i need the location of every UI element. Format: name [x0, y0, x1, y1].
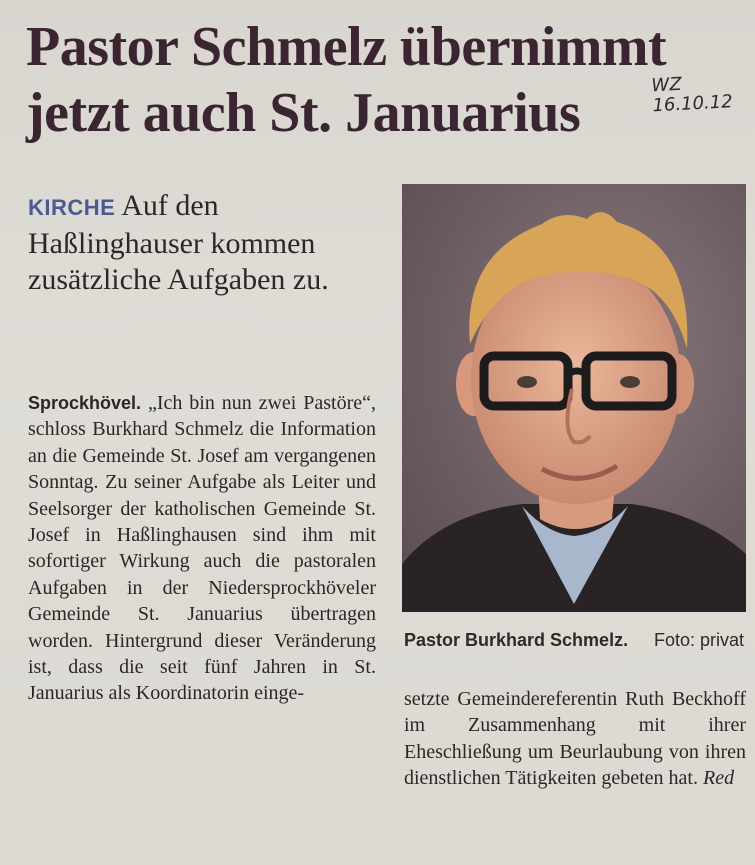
handwritten-date-note: WZ 16.10.12 — [651, 72, 743, 117]
dateline: Sprockhövel. — [28, 393, 142, 413]
article-subhead: KIRCHE Auf den Haßlinghauser kommen zusä… — [28, 188, 378, 298]
photo-caption: Pastor Burkhard Schmelz. Foto: privat — [404, 630, 744, 651]
body-text-1: „Ich bin nun zwei Pastöre“, schloss Burk… — [28, 392, 377, 705]
article-body-column-2: setzte Gemeindereferentin Ruth Beckhoff … — [404, 686, 746, 792]
article-body-column-1: Sprockhövel. „Ich bin nun zwei Pastöre“,… — [28, 390, 376, 707]
headline-line-2: jetzt auch St. Januarius — [26, 82, 581, 144]
caption-credit: Foto: privat — [653, 630, 744, 650]
headline-line-1: Pastor Schmelz übernimmt — [26, 16, 667, 78]
author-signature: Red — [702, 767, 735, 790]
portrait-illustration — [402, 212, 746, 612]
body-text-2: setzte Gemeindereferentin Ruth Beckhoff … — [404, 688, 746, 790]
portrait-photo — [402, 184, 746, 612]
article-headline: Pastor Schmelz übernimmt jetzt auch St. … — [26, 14, 751, 146]
kicker-label: KIRCHE — [28, 195, 116, 220]
caption-name: Pastor Burkhard Schmelz. — [404, 630, 629, 650]
